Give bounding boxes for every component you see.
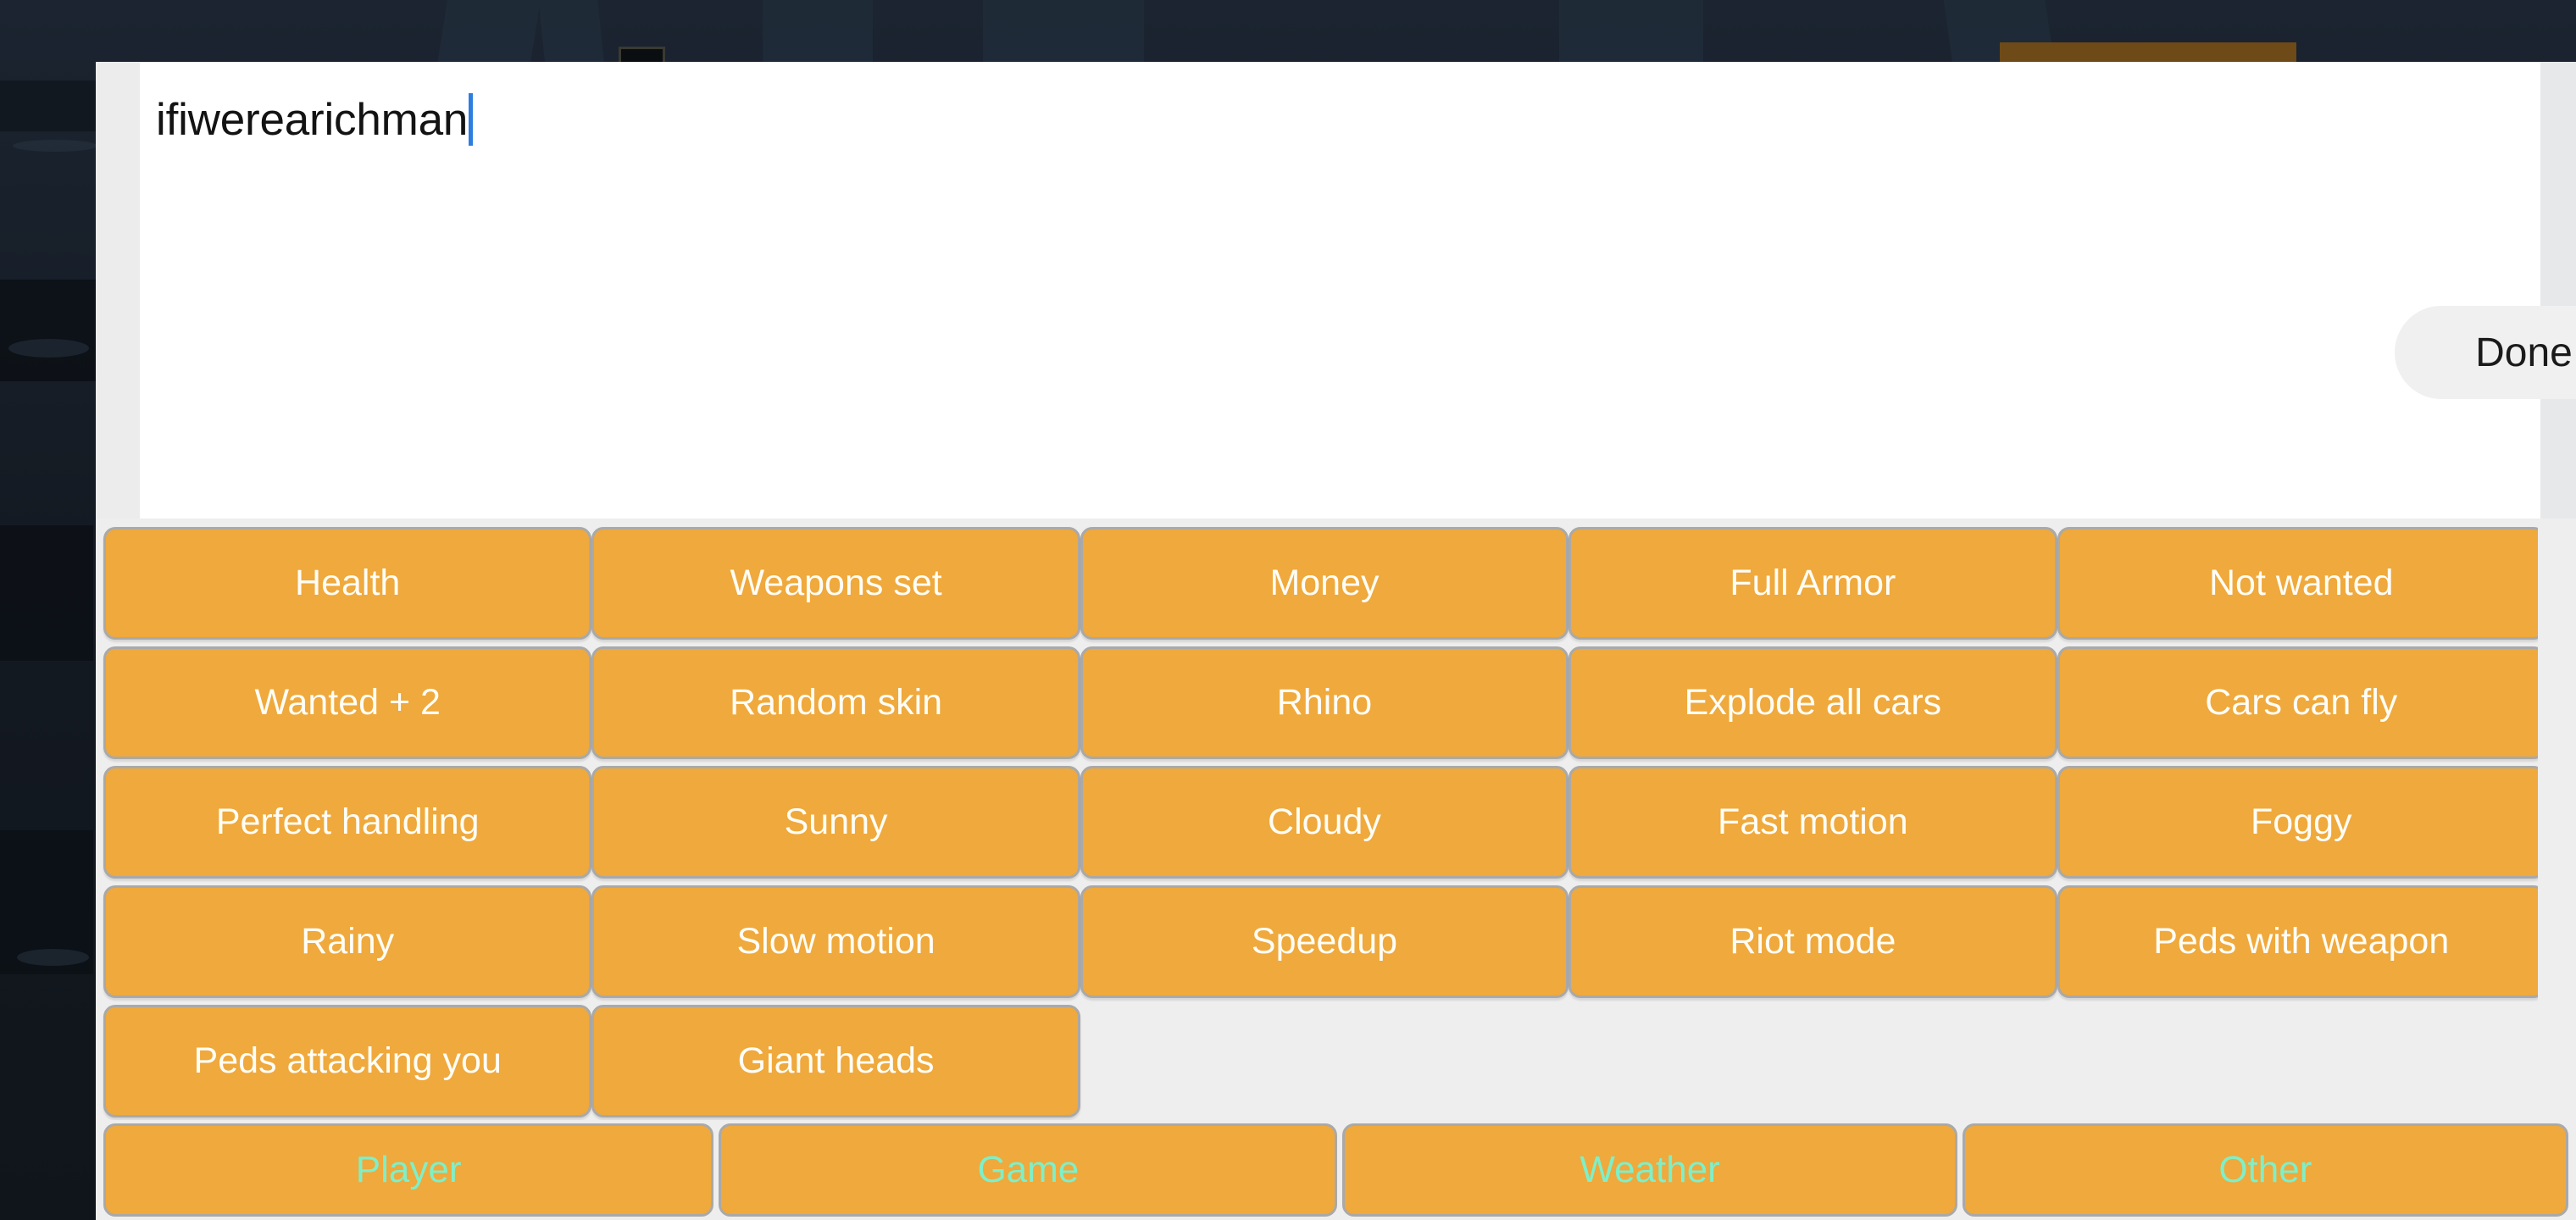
cheat-button-rhino[interactable]: Rhino: [1080, 646, 1569, 759]
cheat-button-cloudy[interactable]: Cloudy: [1080, 766, 1569, 879]
cheat-menu-overlay: ifiwerearichman Done Health Weapons set …: [0, 0, 2576, 1220]
cheat-button-wanted-plus-2[interactable]: Wanted + 2: [103, 646, 592, 759]
cheat-button-riot-mode[interactable]: Riot mode: [1568, 885, 2057, 998]
cheat-button-perfect-handling[interactable]: Perfect handling: [103, 766, 592, 879]
cheat-button-slow-motion[interactable]: Slow motion: [591, 885, 1080, 998]
tab-player[interactable]: Player: [103, 1123, 714, 1217]
cheat-grid-area: Health Weapons set Money Full Armor Not …: [96, 518, 2576, 1120]
tab-weather[interactable]: Weather: [1342, 1123, 1957, 1217]
cheat-button-speedup[interactable]: Speedup: [1080, 885, 1569, 998]
cheat-button-not-wanted[interactable]: Not wanted: [2057, 527, 2545, 640]
tab-other[interactable]: Other: [1962, 1123, 2568, 1217]
cheat-button-giant-heads[interactable]: Giant heads: [591, 1005, 1080, 1117]
cheat-button-rainy[interactable]: Rainy: [103, 885, 592, 998]
done-button[interactable]: Done: [2395, 306, 2576, 399]
cheat-button-peds-attacking-you[interactable]: Peds attacking you: [103, 1005, 592, 1117]
cheat-grid-scrollbar[interactable]: [2538, 518, 2576, 1120]
cheat-button-cars-can-fly[interactable]: Cars can fly: [2057, 646, 2545, 759]
cheat-code-input-value: ifiwerearichman: [156, 94, 469, 145]
cheat-button-explode-all-cars[interactable]: Explode all cars: [1568, 646, 2057, 759]
cheat-button-peds-with-weapon[interactable]: Peds with weapon: [2057, 885, 2545, 998]
text-entry-panel: ifiwerearichman Done: [140, 62, 2576, 518]
cheat-button-full-armor[interactable]: Full Armor: [1568, 527, 2057, 640]
cheat-button-health[interactable]: Health: [103, 527, 592, 640]
cheat-button-random-skin[interactable]: Random skin: [591, 646, 1080, 759]
cheat-button-sunny[interactable]: Sunny: [591, 766, 1080, 879]
panel-right-gutter: [2540, 62, 2576, 518]
category-tab-bar: Player Game Weather Other: [96, 1120, 2576, 1220]
cheat-button-fast-motion[interactable]: Fast motion: [1568, 766, 2057, 879]
cheat-button-foggy[interactable]: Foggy: [2057, 766, 2545, 879]
panel-left-gutter: [96, 62, 140, 518]
text-cursor: [469, 93, 474, 146]
cheat-code-input[interactable]: ifiwerearichman: [156, 86, 2444, 153]
cheat-button-weapons-set[interactable]: Weapons set: [591, 527, 1080, 640]
cheat-button-money[interactable]: Money: [1080, 527, 1569, 640]
tab-game[interactable]: Game: [719, 1123, 1338, 1217]
cheat-grid: Health Weapons set Money Full Armor Not …: [103, 527, 2545, 1124]
